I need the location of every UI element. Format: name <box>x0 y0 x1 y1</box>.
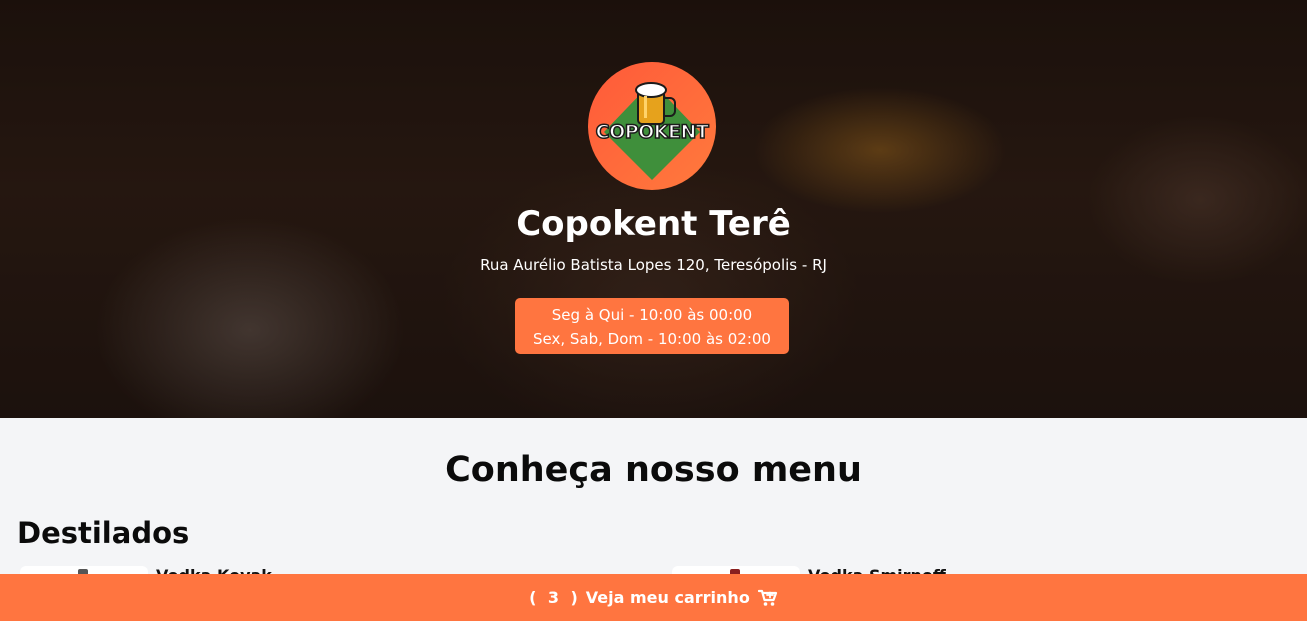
cart-close-paren: ) <box>570 588 578 607</box>
venue-name: Copokent Terê <box>516 204 791 244</box>
logo-wordmark: COPOKENT <box>595 120 710 144</box>
menu-title: Conheça nosso menu <box>445 450 862 490</box>
hero-banner: COPOKENT Copokent Terê Rua Aurélio Batis… <box>0 0 1307 418</box>
section-title: Destilados <box>17 516 190 550</box>
cart-icon <box>757 589 778 607</box>
cart-open-paren: ( <box>529 588 537 607</box>
cart-label: Veja meu carrinho <box>585 588 750 607</box>
venue-address: Rua Aurélio Batista Lopes 120, Teresópol… <box>480 256 827 274</box>
hours-weekdays: Seg à Qui - 10:00 às 00:00 <box>551 306 753 324</box>
hours-weekend: Sex, Sab, Dom - 10:00 às 02:00 <box>533 330 771 348</box>
cart-count: 3 <box>547 588 560 607</box>
venue-logo: COPOKENT <box>588 62 716 190</box>
opening-hours-badge: Seg à Qui - 10:00 às 00:00 Sex, Sab, Dom… <box>515 298 789 354</box>
view-cart-button[interactable]: ( 3 ) Veja meu carrinho <box>0 574 1307 621</box>
